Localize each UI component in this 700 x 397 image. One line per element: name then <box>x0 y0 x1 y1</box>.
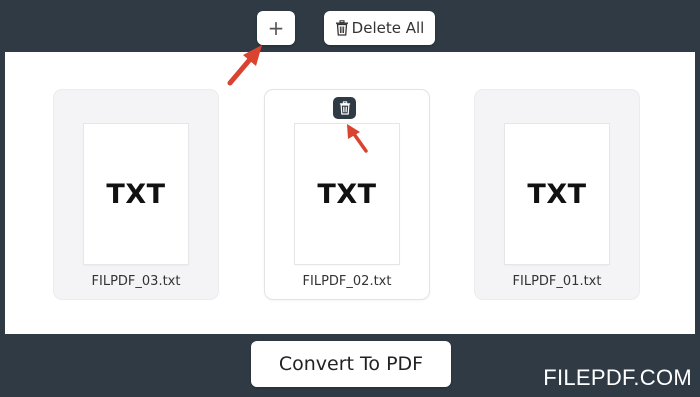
file-type-label: TXT <box>106 178 166 210</box>
trash-icon <box>335 20 349 36</box>
add-file-button[interactable]: + <box>257 11 295 45</box>
app-frame: + Delete All TXT FILPDF_03.txt TXT FILPD… <box>0 0 700 397</box>
file-type-label: TXT <box>317 178 377 210</box>
file-workspace: TXT FILPDF_03.txt TXT FILPDF_02.txt TXT … <box>5 52 695 334</box>
file-name: FILPDF_01.txt <box>512 274 602 289</box>
convert-to-pdf-button[interactable]: Convert To PDF <box>251 341 451 387</box>
brand-watermark: FILEPDF.COM <box>543 365 692 390</box>
remove-file-button[interactable] <box>333 97 356 119</box>
file-card[interactable]: TXT FILPDF_01.txt <box>475 90 639 299</box>
file-card[interactable]: TXT FILPDF_03.txt <box>54 90 218 299</box>
file-name: FILPDF_02.txt <box>302 274 392 289</box>
delete-all-label: Delete All <box>351 19 425 37</box>
file-card[interactable]: TXT FILPDF_02.txt <box>265 90 429 299</box>
file-name: FILPDF_03.txt <box>91 274 181 289</box>
file-thumbnail: TXT <box>505 124 609 264</box>
file-type-label: TXT <box>527 178 587 210</box>
file-thumbnail: TXT <box>295 124 399 264</box>
delete-all-button[interactable]: Delete All <box>324 11 435 45</box>
plus-icon: + <box>267 16 285 40</box>
trash-icon <box>339 101 351 115</box>
file-thumbnail: TXT <box>84 124 188 264</box>
